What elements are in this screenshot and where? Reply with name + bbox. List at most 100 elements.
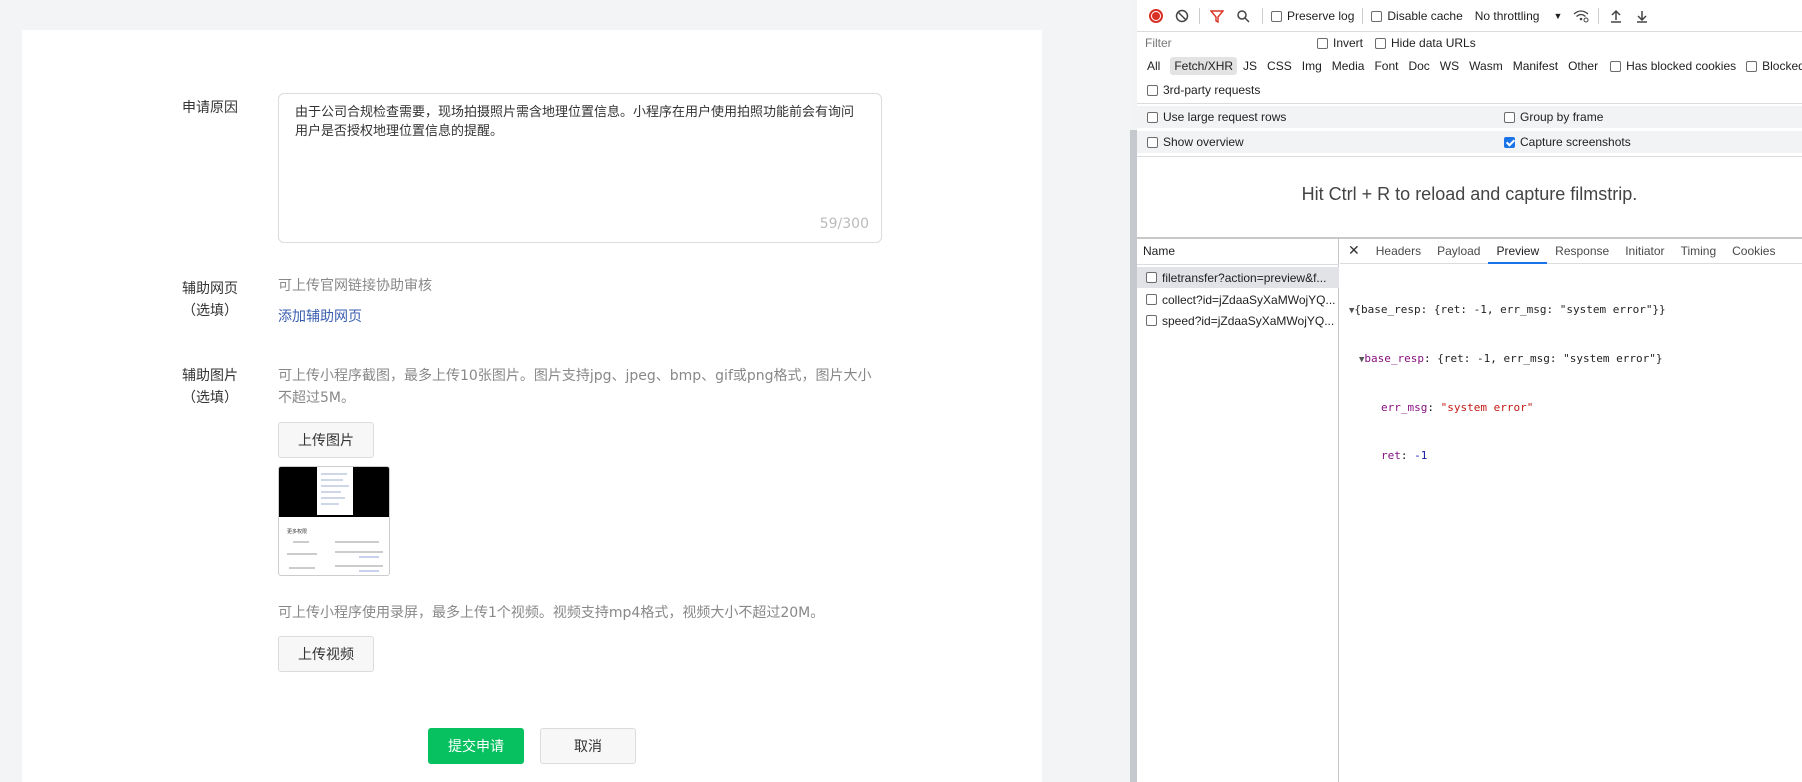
show-overview-label: Show overview — [1163, 135, 1244, 149]
tab-preview[interactable]: Preview — [1488, 238, 1548, 264]
has-blocked-cookies-label: Has blocked cookies — [1626, 59, 1737, 73]
tab-cookies[interactable]: Cookies — [1724, 238, 1783, 264]
tab-initiator[interactable]: Initiator — [1617, 238, 1672, 264]
close-icon[interactable]: ✕ — [1340, 242, 1368, 259]
has-blocked-cookies-box[interactable] — [1610, 60, 1622, 72]
webpage-label-title: 辅助网页 — [182, 281, 238, 297]
reason-label: 申请原因 — [182, 100, 238, 116]
capture-screenshots-checkbox[interactable]: Capture screenshots — [1504, 135, 1631, 149]
image-label: 辅助图片 （选填） — [160, 365, 260, 409]
request-row[interactable]: speed?id=jZdaaSyXaMWojYQ... — [1137, 310, 1339, 331]
third-party-row: 3rd-party requests — [1137, 80, 1802, 100]
type-filter-img[interactable]: Img — [1298, 57, 1326, 75]
show-overview-box[interactable] — [1147, 136, 1158, 148]
type-filter-ws[interactable]: WS — [1436, 57, 1463, 75]
filter-row: Invert Hide data URLs — [1137, 33, 1802, 53]
reason-text[interactable]: 由于公司合规检查需要，现场拍摄照片需含地理位置信息。小程序在用户使用拍照功能前会… — [295, 103, 865, 141]
type-filter-manifest[interactable]: Manifest — [1509, 57, 1562, 75]
webpage-label-optional: （选填） — [182, 303, 238, 319]
clear-icon — [1175, 9, 1189, 23]
record-button[interactable] — [1145, 5, 1167, 27]
tab-headers[interactable]: Headers — [1368, 238, 1429, 264]
json-child-key: base_resp — [1364, 352, 1425, 365]
json-colon: : — [1427, 401, 1441, 414]
type-filter-media[interactable]: Media — [1328, 57, 1369, 75]
group-by-frame-box[interactable] — [1504, 111, 1515, 123]
tab-payload[interactable]: Payload — [1429, 238, 1488, 264]
image-label-title: 辅助图片 — [182, 368, 238, 384]
show-overview-checkbox[interactable]: Show overview — [1147, 135, 1504, 149]
large-rows-box[interactable] — [1147, 111, 1158, 123]
reason-textarea[interactable]: 由于公司合规检查需要，现场拍摄照片需含地理位置信息。小程序在用户使用拍照功能前会… — [278, 93, 882, 243]
type-filter-css[interactable]: CSS — [1263, 57, 1296, 75]
request-detail-tabs: ✕ Headers Payload Preview Response Initi… — [1340, 238, 1802, 264]
blocked-requests-box[interactable] — [1746, 60, 1758, 72]
uploaded-image-thumbnail[interactable]: 更多权限 — [278, 466, 390, 576]
type-filter-js[interactable]: JS — [1239, 57, 1261, 75]
type-filter-all[interactable]: All — [1143, 57, 1164, 75]
invert-label: Invert — [1333, 36, 1364, 50]
tab-response[interactable]: Response — [1547, 238, 1617, 264]
submit-button[interactable]: 提交申请 — [428, 728, 524, 764]
invert-box[interactable] — [1317, 37, 1328, 49]
json-ret-value: -1 — [1414, 449, 1428, 462]
page-scrollbar[interactable] — [1130, 0, 1137, 782]
type-filter-font[interactable]: Font — [1370, 57, 1402, 75]
json-ret-key: ret — [1381, 449, 1401, 462]
throttling-select[interactable]: No throttling ▼ — [1475, 9, 1563, 23]
upload-image-button[interactable]: 上传图片 — [278, 422, 374, 458]
image-desc: 可上传小程序截图，最多上传10张图片。图片支持jpg、jpeg、bmp、gif或… — [278, 368, 872, 406]
settings-row-2: Show overview Capture screenshots — [1137, 131, 1802, 153]
invert-checkbox[interactable]: Invert — [1317, 36, 1363, 50]
has-blocked-cookies-checkbox[interactable]: Has blocked cookies — [1610, 59, 1736, 73]
request-checkbox[interactable] — [1146, 272, 1157, 283]
large-rows-checkbox[interactable]: Use large request rows — [1147, 110, 1504, 124]
upload-icon — [1611, 9, 1622, 23]
type-filter-wasm[interactable]: Wasm — [1465, 57, 1507, 75]
scrollbar-thumb[interactable] — [1130, 130, 1137, 782]
devtools-network-panel: Preserve log Disable cache No throttling… — [1137, 0, 1802, 782]
third-party-box[interactable] — [1147, 84, 1158, 96]
request-name: speed?id=jZdaaSyXaMWojYQ... — [1162, 313, 1335, 328]
type-filter-doc[interactable]: Doc — [1404, 57, 1433, 75]
filter-toggle-button[interactable] — [1206, 5, 1228, 27]
preserve-log-box[interactable] — [1271, 10, 1282, 22]
json-err-msg-key: err_msg — [1381, 401, 1428, 414]
webpage-label: 辅助网页 （选填） — [160, 278, 260, 322]
blocked-requests-checkbox[interactable]: Blocked R — [1746, 59, 1802, 73]
name-column-header[interactable]: Name — [1143, 238, 1175, 264]
third-party-label: 3rd-party requests — [1163, 83, 1261, 97]
hide-data-urls-box[interactable] — [1375, 37, 1387, 49]
preserve-log-checkbox[interactable]: Preserve log — [1271, 9, 1354, 23]
request-checkbox[interactable] — [1146, 294, 1157, 305]
tab-timing[interactable]: Timing — [1673, 238, 1725, 264]
disable-cache-checkbox[interactable]: Disable cache — [1371, 9, 1463, 23]
request-row[interactable]: filetransfer?action=preview&f... — [1137, 267, 1339, 288]
disable-cache-label: Disable cache — [1387, 9, 1463, 23]
json-root-row[interactable]: ▼{base_resp: {ret: -1, err_msg: "system … — [1349, 302, 1666, 319]
clear-button[interactable] — [1171, 5, 1193, 27]
search-button[interactable] — [1232, 5, 1254, 27]
type-filter-other[interactable]: Other — [1564, 57, 1602, 75]
import-har-button[interactable] — [1605, 5, 1627, 27]
cancel-button[interactable]: 取消 — [540, 728, 636, 764]
disable-cache-box[interactable] — [1371, 10, 1383, 22]
request-row[interactable]: collect?id=jZdaaSyXaMWojYQ... — [1137, 289, 1339, 310]
add-webpage-link[interactable]: 添加辅助网页 — [278, 306, 362, 326]
mini-program-appeal-page: 申请原因 由于公司合规检查需要，现场拍摄照片需含地理位置信息。小程序在用户使用拍… — [0, 0, 1130, 782]
export-har-button[interactable] — [1631, 5, 1653, 27]
network-conditions-button[interactable] — [1570, 5, 1592, 27]
json-colon: : — [1424, 352, 1438, 365]
capture-screenshots-box[interactable] — [1504, 136, 1515, 148]
throttling-value: No throttling — [1474, 9, 1540, 23]
request-checkbox[interactable] — [1146, 315, 1157, 326]
json-err-msg-value: "system error" — [1440, 401, 1534, 414]
type-filter-fetch-xhr[interactable]: Fetch/XHR — [1170, 57, 1238, 75]
group-by-frame-checkbox[interactable]: Group by frame — [1504, 110, 1603, 124]
hide-data-urls-checkbox[interactable]: Hide data URLs — [1375, 36, 1476, 50]
third-party-checkbox[interactable]: 3rd-party requests — [1147, 83, 1260, 97]
filter-input[interactable] — [1143, 34, 1303, 52]
upload-video-button[interactable]: 上传视频 — [278, 636, 374, 672]
json-child-row[interactable]: ▼base_resp: {ret: -1, err_msg: "system e… — [1349, 351, 1666, 368]
capture-screenshots-label: Capture screenshots — [1520, 135, 1631, 149]
